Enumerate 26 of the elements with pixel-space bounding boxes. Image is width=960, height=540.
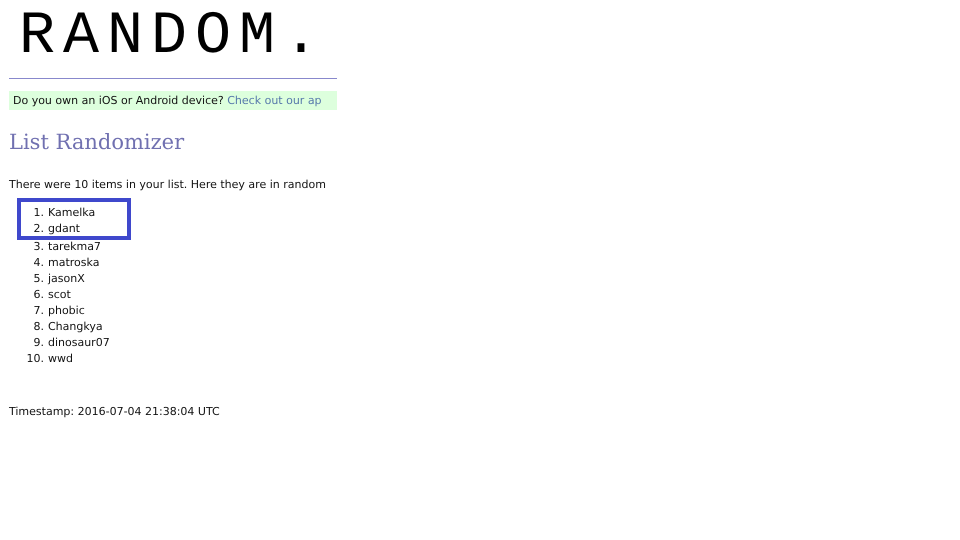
page-title: List Randomizer xyxy=(9,130,184,154)
item-number: 3. xyxy=(32,239,45,255)
list-item: jasonX xyxy=(48,271,85,287)
item-number: 1. xyxy=(32,205,45,221)
item-number: 6. xyxy=(32,287,45,303)
list-item: wwd xyxy=(48,351,73,367)
app-promo-banner: Do you own an iOS or Android device? Check out our ap xyxy=(9,91,337,110)
timestamp: Timestamp: 2016-07-04 21:38:04 UTC xyxy=(9,405,221,418)
list-item: gdant xyxy=(48,221,80,237)
list-item: matroska xyxy=(48,255,100,271)
item-number: 8. xyxy=(32,319,45,335)
list-item: dinosaur07 xyxy=(48,335,110,351)
site-logo[interactable]: RANDOM. xyxy=(19,4,328,70)
list-item: Kamelka xyxy=(48,205,96,221)
list-item: scot xyxy=(48,287,71,303)
app-link[interactable]: Check out our ap xyxy=(227,94,322,107)
item-number: 9. xyxy=(32,335,45,351)
item-number: 10. xyxy=(26,351,45,367)
list-item: tarekma7 xyxy=(48,239,101,255)
item-number: 5. xyxy=(32,271,45,287)
list-item: Changkya xyxy=(48,319,103,335)
list-item: phobic xyxy=(48,303,85,319)
result-intro: There were 10 items in your list. Here they are in random xyxy=(9,178,327,191)
item-number: 2. xyxy=(32,221,45,237)
item-number: 4. xyxy=(32,255,45,271)
item-number: 7. xyxy=(32,303,45,319)
